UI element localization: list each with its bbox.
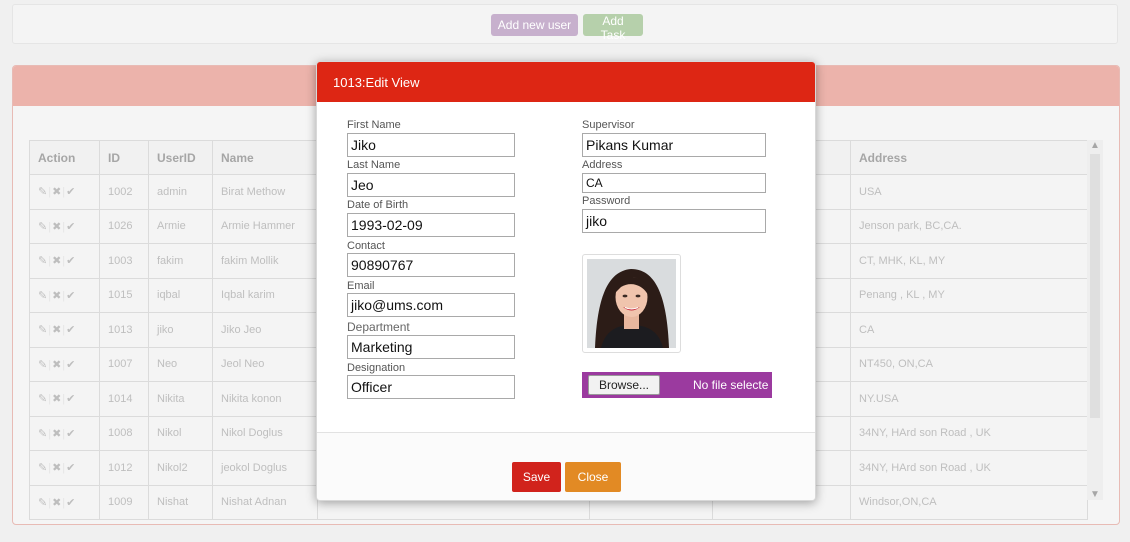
password-field[interactable]: jiko bbox=[582, 209, 766, 233]
first-name-label: First Name bbox=[347, 119, 401, 131]
edit-view-modal: 1013:Edit View First Name Jiko Last Name… bbox=[316, 61, 816, 501]
department-label: Department bbox=[347, 320, 410, 334]
save-button[interactable]: Save bbox=[512, 462, 561, 492]
close-button[interactable]: Close bbox=[565, 462, 621, 492]
last-name-field[interactable]: Jeo bbox=[347, 173, 515, 197]
file-status-text: No file selecte bbox=[693, 378, 769, 392]
browse-button[interactable]: Browse... bbox=[588, 375, 660, 395]
contact-field[interactable]: 90890767 bbox=[347, 253, 515, 277]
address-field[interactable]: CA bbox=[582, 173, 766, 193]
supervisor-field[interactable]: Pikans Kumar bbox=[582, 133, 766, 157]
address-label: Address bbox=[582, 159, 623, 171]
department-field[interactable]: Marketing bbox=[347, 335, 515, 359]
email-label: Email bbox=[347, 280, 375, 292]
avatar bbox=[587, 259, 676, 348]
contact-label: Contact bbox=[347, 240, 385, 252]
email-field[interactable]: jiko@ums.com bbox=[347, 293, 515, 317]
file-upload[interactable]: Browse... No file selecte bbox=[582, 372, 772, 398]
dob-field[interactable]: 1993-02-09 bbox=[347, 213, 515, 237]
supervisor-label: Supervisor bbox=[582, 119, 635, 131]
modal-title: 1013:Edit View bbox=[317, 62, 815, 102]
password-label: Password bbox=[582, 195, 631, 207]
last-name-label: Last Name bbox=[347, 159, 401, 171]
dob-label: Date of Birth bbox=[347, 199, 409, 211]
modal-footer: Save Close bbox=[317, 432, 815, 500]
first-name-field[interactable]: Jiko bbox=[347, 133, 515, 157]
profile-photo bbox=[582, 254, 681, 353]
designation-field[interactable]: Officer bbox=[347, 375, 515, 399]
designation-label: Designation bbox=[347, 362, 406, 374]
